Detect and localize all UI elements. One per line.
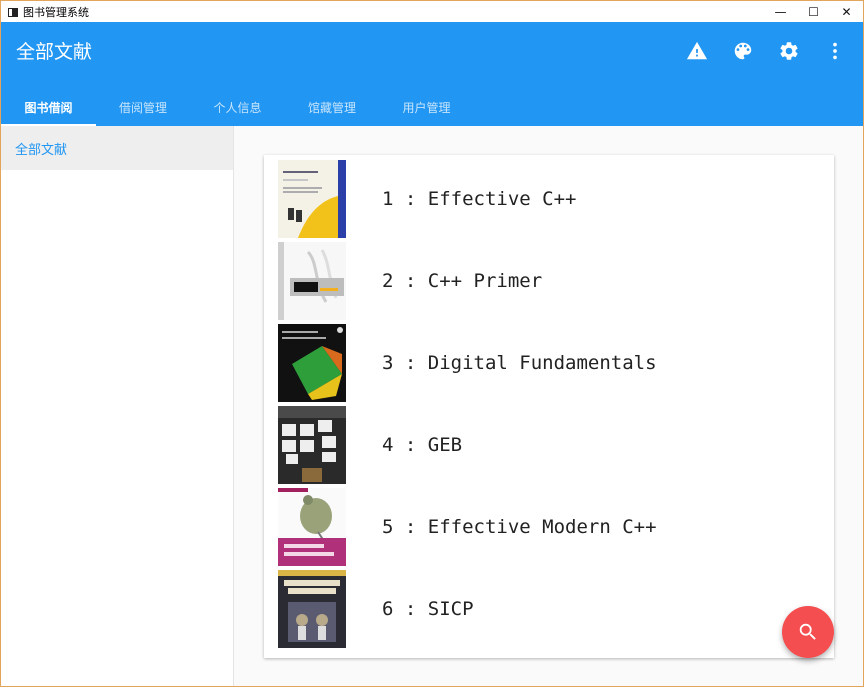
book-list-item[interactable]: 3 : Digital Fundamentals (278, 323, 798, 403)
sidebar-item-all-documents[interactable]: 全部文献 (1, 126, 233, 170)
window-title: 图书管理系统 (23, 5, 89, 19)
book-title: 3 : Digital Fundamentals (382, 352, 657, 374)
book-list-item[interactable]: 5 : Effective Modern C++ (278, 487, 798, 567)
digital-fundamentals-cover (278, 324, 346, 402)
warning-button[interactable] (685, 39, 709, 63)
sicp-cover (278, 570, 346, 648)
tab-collection-management[interactable]: 馆藏管理 (285, 88, 379, 126)
close-button[interactable]: ✕ (830, 1, 863, 22)
app-icon (8, 7, 18, 17)
geb-cover (278, 406, 346, 484)
minimize-button[interactable]: — (764, 1, 797, 22)
maximize-button[interactable]: ☐ (797, 1, 830, 22)
settings-icon (780, 42, 798, 60)
app-window: 图书管理系统 — ☐ ✕ 全部文献 图书借阅 借阅管理 个人信息 馆藏管理 用户… (0, 0, 864, 687)
tab-user-management[interactable]: 用户管理 (379, 88, 474, 126)
book-title: 5 : Effective Modern C++ (382, 516, 657, 538)
effective-modern-cpp-cover (278, 488, 346, 566)
tab-bar: 图书借阅 借阅管理 个人信息 馆藏管理 用户管理 (1, 88, 474, 126)
book-title: 2 : C++ Primer (382, 270, 543, 292)
book-list-item[interactable]: 2 : C++ Primer (278, 241, 798, 321)
book-title: 6 : SICP (382, 598, 474, 620)
book-list-item[interactable]: 1 : Effective C++ (278, 159, 798, 239)
warning-icon (686, 41, 708, 60)
title-bar: 图书管理系统 — ☐ ✕ (1, 1, 863, 22)
settings-button[interactable] (777, 39, 801, 63)
palette-button[interactable] (731, 39, 755, 63)
book-list-item[interactable]: 6 : SICP (278, 569, 798, 649)
book-list-card: 1 : Effective C++ 2 : C++ Primer 3: Dig… (264, 155, 834, 658)
tab-book-borrowing[interactable]: 图书借阅 (1, 88, 96, 126)
more-button[interactable] (823, 39, 847, 63)
app-bar: 全部文献 图书借阅 借阅管理 个人信息 馆藏管理 用户管理 (1, 22, 863, 126)
more-vert-icon (833, 42, 837, 60)
book-title: 4 : GEB (382, 434, 463, 456)
effective-cpp-cover (278, 160, 346, 238)
search-fab-button[interactable] (782, 606, 834, 658)
book-list-item[interactable]: 4 : GEB (278, 405, 798, 485)
main-content: 1 : Effective C++ 2 : C++ Primer 3: Dig… (234, 126, 863, 686)
search-icon (799, 623, 816, 640)
tab-borrow-management[interactable]: 借阅管理 (96, 88, 190, 126)
cpp-primer-cover (278, 242, 346, 320)
page-title: 全部文献 (16, 41, 93, 63)
window-controls: — ☐ ✕ (764, 1, 863, 22)
book-title: 1 : Effective C++ (382, 188, 577, 210)
sidebar: 全部文献 (1, 126, 234, 686)
palette-icon (734, 42, 752, 60)
tab-personal-info[interactable]: 个人信息 (190, 88, 285, 126)
